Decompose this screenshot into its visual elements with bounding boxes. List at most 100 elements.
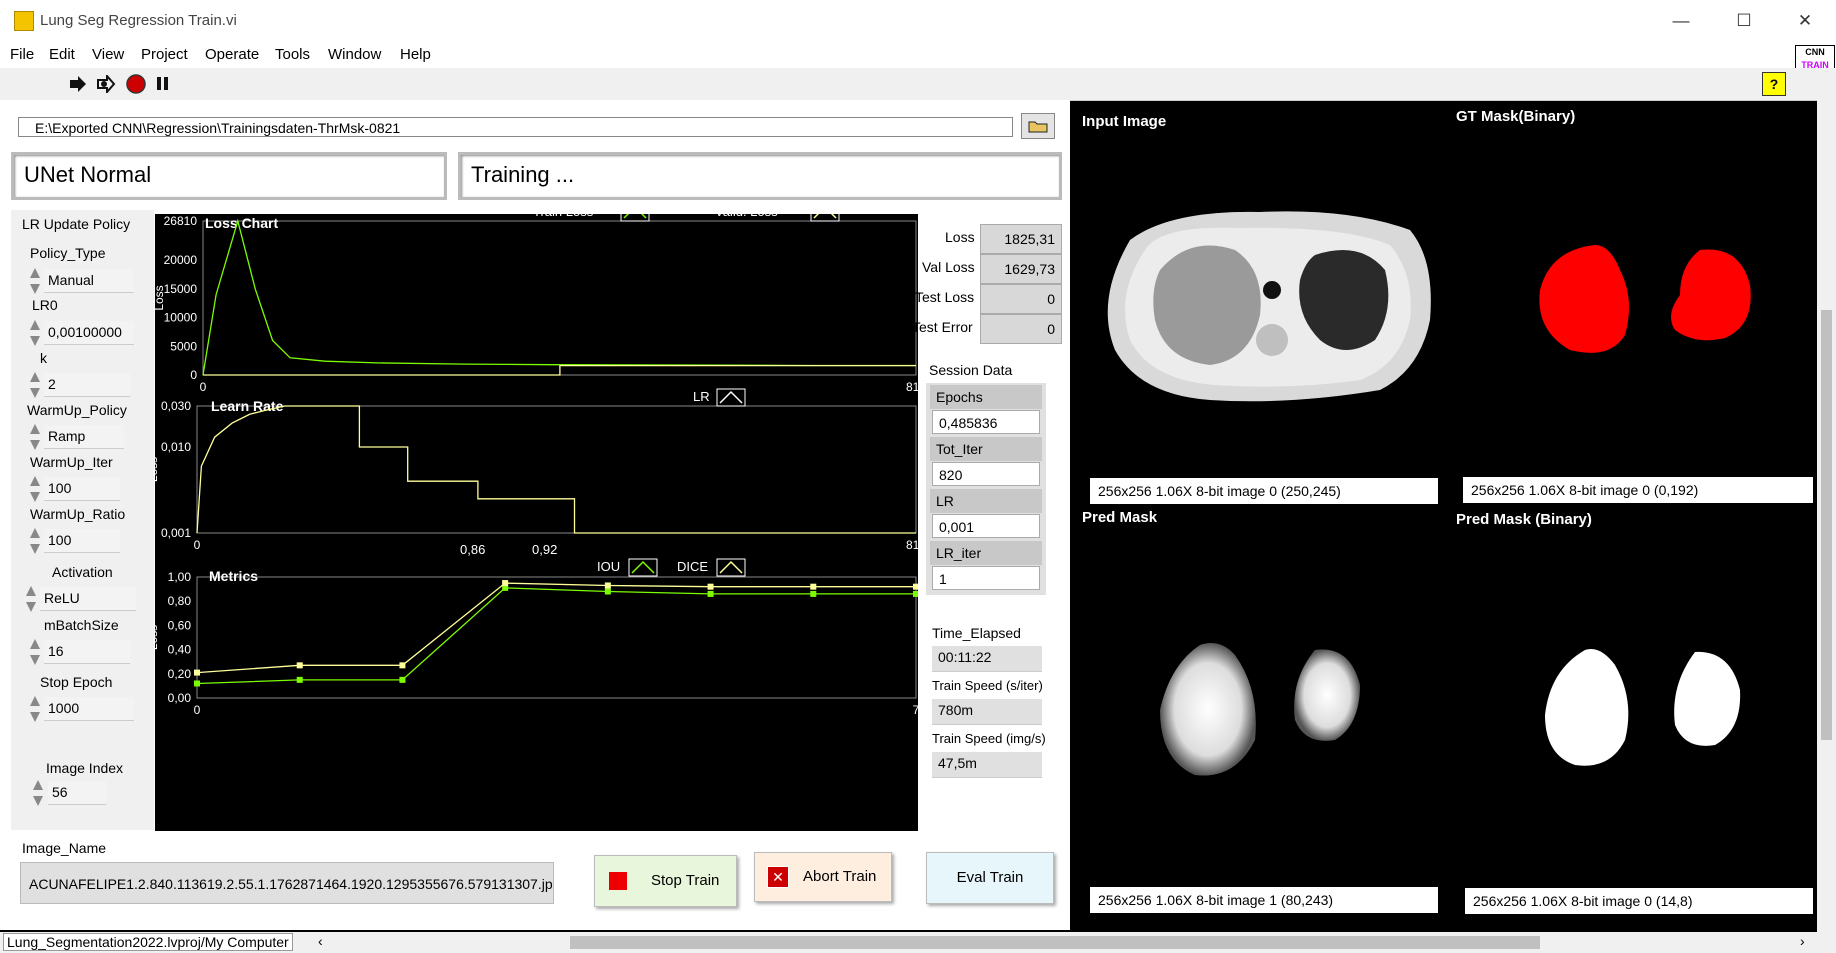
lr-policy-title: LR Update Policy (22, 216, 131, 232)
lr-value: 0,001 (932, 514, 1040, 538)
tot-iter-value: 820 (932, 462, 1040, 486)
speed-iter-label: Train Speed (s/iter) (932, 678, 1043, 693)
lr-iter-label: LR_iter (930, 541, 1042, 565)
val-loss-label: Val Loss (922, 259, 975, 275)
stop-train-label: Stop Train (651, 872, 720, 889)
run-continuous-icon[interactable] (95, 75, 117, 93)
warmup-iter-spinner[interactable] (28, 474, 42, 504)
epochs-value: 0,485836 (932, 410, 1040, 434)
browse-button[interactable] (1021, 113, 1055, 139)
metric-current-value: 0,92 (532, 542, 557, 557)
scroll-left-icon[interactable]: ‹ (318, 933, 323, 949)
test-loss-value: 0 (980, 284, 1062, 314)
tot-iter-label: Tot_Iter (930, 437, 1042, 461)
warmup-policy-spinner[interactable] (28, 422, 42, 452)
path-input[interactable]: E:\Exported CNN\Regression\Trainingsdate… (18, 117, 1013, 137)
lr0-input[interactable]: 0,00100000 (44, 321, 134, 345)
close-button[interactable]: ✕ (1782, 6, 1828, 36)
x-tick-label: 819 (906, 538, 918, 552)
pause-icon[interactable] (156, 76, 170, 92)
y-tick-label: 0,030 (161, 399, 191, 413)
warmup-policy-select[interactable]: Ramp (44, 425, 124, 449)
mbatchsize-input[interactable]: 16 (44, 640, 130, 664)
data-point (296, 662, 303, 669)
policy-type-spinner[interactable] (28, 266, 42, 296)
policy-type-label: Policy_Type (30, 245, 106, 261)
menu-view[interactable]: View (92, 46, 124, 63)
pred-mask-binary-info: 256x256 1.06X 8-bit image 0 (14,8) (1465, 888, 1813, 914)
warmup-ratio-input[interactable]: 100 (44, 529, 120, 553)
warmup-iter-input[interactable]: 100 (44, 477, 120, 501)
test-error-value: 0 (980, 314, 1062, 344)
data-point (194, 669, 200, 676)
eval-train-button[interactable]: Eval Train (926, 852, 1054, 904)
chart-title-1: Learn Rate (211, 398, 284, 414)
data-point (502, 580, 509, 587)
stop-train-button[interactable]: Stop Train (594, 855, 737, 907)
maximize-button[interactable]: ☐ (1721, 6, 1767, 36)
stop-epoch-input[interactable]: 1000 (44, 697, 134, 721)
input-image-info: 256x256 1.06X 8-bit image 0 (250,245) (1090, 478, 1438, 504)
horizontal-scroll-thumb[interactable] (570, 936, 1540, 949)
activation-spinner[interactable] (24, 584, 38, 614)
menu-window[interactable]: Window (328, 46, 381, 63)
data-point (194, 680, 200, 687)
y-tick-label: 1,00 (168, 570, 192, 584)
menu-edit[interactable]: Edit (49, 46, 75, 63)
time-elapsed-value: 00:11:22 (932, 646, 1042, 672)
chart-title-0: Loss Chart (205, 215, 278, 231)
gt-mask-image (1539, 245, 1751, 353)
data-point (913, 590, 918, 597)
menu-file[interactable]: File (10, 46, 34, 63)
k-spinner[interactable] (28, 370, 42, 400)
legend-line (623, 214, 647, 219)
data-point (810, 583, 817, 590)
abort-train-button[interactable]: ✕ Abort Train (754, 852, 892, 902)
lr0-spinner[interactable] (28, 318, 42, 348)
input-image-title: Input Image (1082, 113, 1167, 130)
policy-type-select[interactable]: Manual (44, 269, 134, 293)
data-point (399, 676, 406, 683)
stop-epoch-spinner[interactable] (28, 694, 42, 724)
menu-operate[interactable]: Operate (205, 46, 259, 63)
help-button[interactable]: ? (1762, 72, 1786, 96)
y-tick-label: 15000 (164, 282, 198, 296)
y-tick-label: 0,20 (168, 667, 192, 681)
window-title: Lung Seg Regression Train.vi (40, 12, 237, 29)
model-name-field: UNet Normal (11, 152, 447, 200)
y-tick-label: 0,80 (168, 594, 192, 608)
mbatchsize-spinner[interactable] (28, 637, 42, 667)
project-path: Lung_Segmentation2022.lvproj/My Computer (3, 933, 293, 951)
status-bar: Lung_Segmentation2022.lvproj/My Computer… (0, 932, 1836, 953)
minimize-button[interactable]: — (1658, 6, 1704, 36)
image-name-label: Image_Name (22, 840, 107, 856)
legend-line (631, 560, 655, 574)
image-index-input[interactable]: 56 (48, 781, 106, 805)
activation-select[interactable]: ReLU (40, 587, 136, 611)
lr0-label: LR0 (32, 297, 58, 313)
vertical-scroll-thumb[interactable] (1821, 310, 1832, 740)
plot-area-0 (202, 220, 917, 376)
stop-icon (609, 872, 627, 890)
y-tick-label: 0,00 (168, 691, 192, 705)
run-arrow-icon[interactable] (68, 76, 88, 92)
menu-tools[interactable]: Tools (275, 46, 310, 63)
data-point (913, 583, 918, 590)
vertical-scrollbar[interactable] (1817, 100, 1836, 932)
legend-line (813, 214, 837, 219)
abort-icon[interactable] (126, 74, 146, 94)
warmup-ratio-spinner[interactable] (28, 526, 42, 556)
test-error-label: Test Error (912, 319, 973, 335)
k-input[interactable]: 2 (44, 373, 130, 397)
y-tick-label: 0 (190, 368, 197, 382)
y-axis-label: Loss (155, 285, 166, 310)
menu-help[interactable]: Help (400, 46, 431, 63)
legend-label: Train Loss (533, 214, 594, 219)
y-axis-label: Loss (155, 457, 160, 482)
menu-bar: File Edit View Project Operate Tools Win… (0, 42, 1836, 68)
scroll-right-icon[interactable]: › (1800, 933, 1805, 949)
image-name-field: ACUNAFELIPE1.2.840.113619.2.55.1.1762871… (20, 862, 554, 904)
image-index-spinner[interactable] (31, 778, 45, 808)
menu-project[interactable]: Project (141, 46, 188, 63)
x-tick-label: 0 (194, 538, 201, 552)
